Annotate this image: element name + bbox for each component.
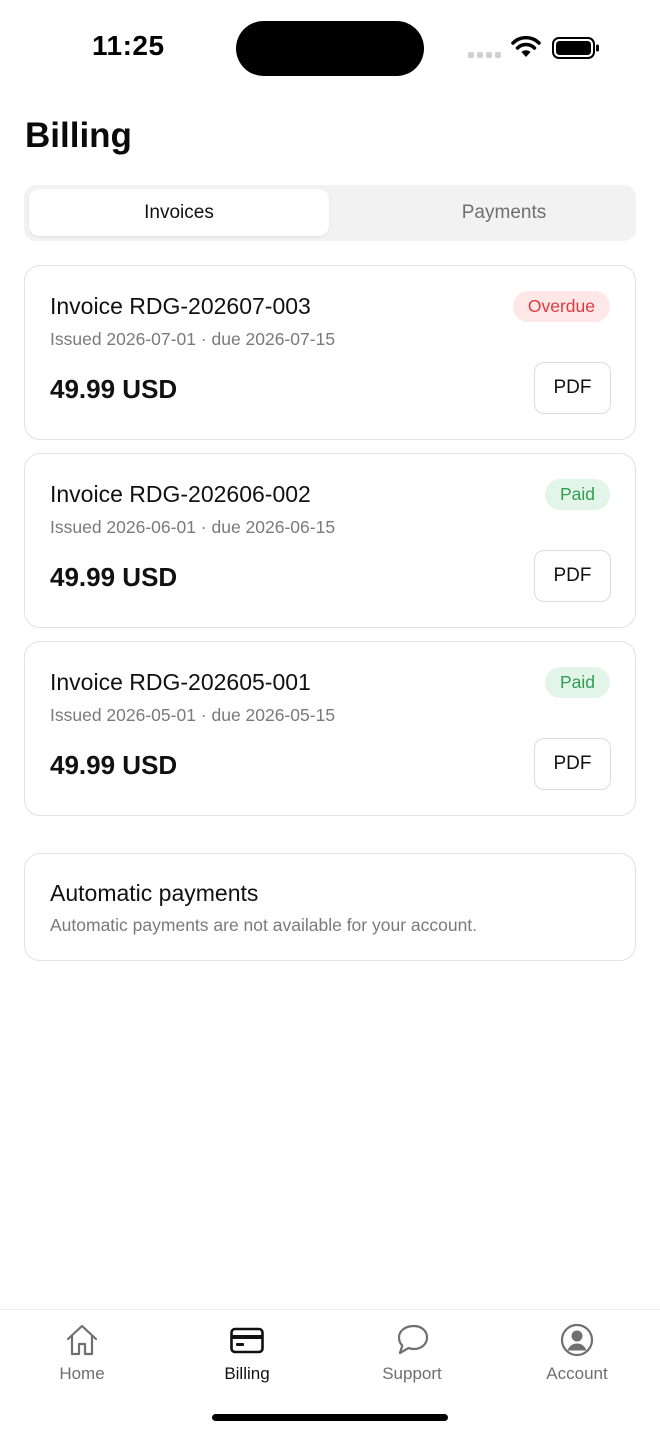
tab-payments[interactable]: Payments: [354, 189, 654, 236]
tab-label-account: Account: [546, 1364, 608, 1383]
invoice-title: Invoice RDG-202605-001: [50, 669, 311, 695]
dynamic-island: [236, 21, 424, 76]
cellular-signal-icon: [468, 52, 501, 58]
battery-icon: [552, 37, 599, 59]
invoice-title: Invoice RDG-202607-003: [50, 293, 311, 319]
segmented-control: Invoices Payments: [24, 185, 636, 241]
download-pdf-button[interactable]: PDF: [534, 550, 611, 602]
credit-card-icon: [230, 1327, 264, 1354]
automatic-payments-description: Automatic payments are not available for…: [50, 915, 478, 935]
status-time: 11:25: [92, 30, 165, 61]
invoice-title: Invoice RDG-202606-002: [50, 481, 311, 507]
tab-invoices[interactable]: Invoices: [29, 189, 329, 236]
status-badge-paid: Paid: [544, 667, 610, 698]
tab-label-home: Home: [59, 1364, 105, 1383]
status-badge-overdue: Overdue: [512, 291, 610, 322]
wifi-icon: [511, 36, 541, 57]
user-circle-icon: [560, 1323, 594, 1357]
invoice-amount: 49.99 USD: [50, 562, 178, 592]
invoice-card[interactable]: Invoice RDG-202606-002 Paid Issued 2026-…: [24, 453, 636, 628]
home-icon: [66, 1324, 98, 1356]
automatic-payments-title: Automatic payments: [50, 880, 259, 906]
invoice-dates: Issued 2026-05-01 · due 2026-05-15: [50, 705, 336, 725]
download-pdf-button[interactable]: PDF: [534, 362, 611, 414]
tab-account[interactable]: Account: [512, 1322, 642, 1394]
download-pdf-button[interactable]: PDF: [534, 738, 611, 790]
chat-bubble-icon: [397, 1324, 429, 1355]
tab-label-billing: Billing: [224, 1364, 270, 1383]
automatic-payments-card: Automatic payments Automatic payments ar…: [24, 853, 636, 961]
invoice-dates: Issued 2026-07-01 · due 2026-07-15: [50, 329, 336, 349]
invoice-amount: 49.99 USD: [50, 374, 178, 404]
tab-billing[interactable]: Billing: [182, 1322, 312, 1394]
status-bar: 11:25: [0, 0, 660, 96]
invoice-dates: Issued 2026-06-01 · due 2026-06-15: [50, 517, 336, 537]
tab-support[interactable]: Support: [347, 1322, 477, 1394]
invoice-card[interactable]: Invoice RDG-202605-001 Paid Issued 2026-…: [24, 641, 636, 816]
tab-home[interactable]: Home: [17, 1322, 147, 1394]
invoice-amount: 49.99 USD: [50, 750, 178, 780]
invoice-card[interactable]: Invoice RDG-202607-003 Overdue Issued 20…: [24, 265, 636, 440]
home-indicator: [212, 1414, 448, 1421]
tab-label-support: Support: [382, 1364, 442, 1383]
page-title: Billing: [25, 116, 132, 155]
status-badge-paid: Paid: [544, 479, 610, 510]
